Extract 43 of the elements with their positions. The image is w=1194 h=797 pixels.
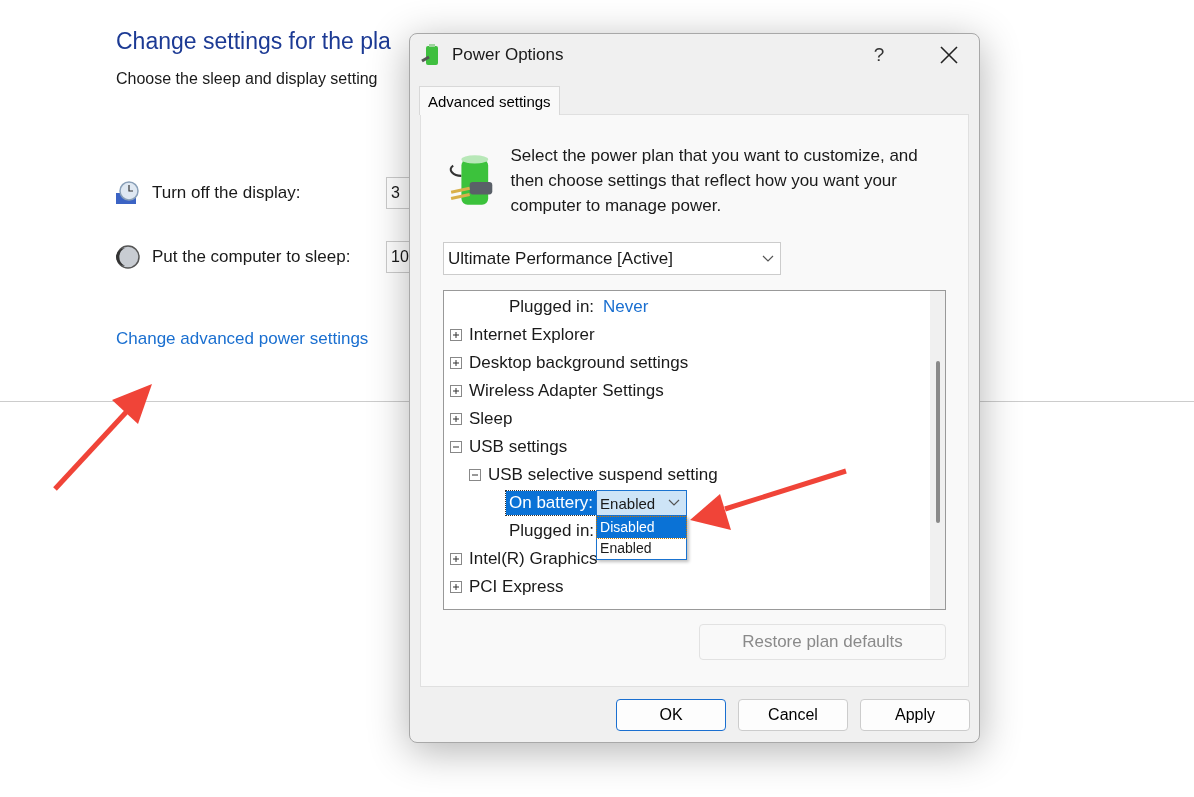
plan-dropdown[interactable]: Ultimate Performance [Active] xyxy=(443,242,781,275)
close-icon xyxy=(940,46,958,64)
tab[interactable]: Advanced settings xyxy=(419,86,560,115)
expand-icon[interactable] xyxy=(450,581,462,593)
expand-icon[interactable] xyxy=(450,413,462,425)
collapse-icon[interactable] xyxy=(469,469,481,481)
tree-item[interactable]: Sleep xyxy=(469,409,513,429)
setting-label[interactable]: Plugged in: xyxy=(506,295,598,319)
tree-item[interactable]: Intel(R) Graphics xyxy=(469,549,598,569)
setting-label[interactable]: Plugged in: xyxy=(506,519,598,543)
dialog-button[interactable]: Apply xyxy=(860,699,970,731)
expand-icon[interactable] xyxy=(450,385,462,397)
setting-value-link[interactable]: Never xyxy=(603,297,649,317)
tree-item[interactable]: Internet Explorer xyxy=(469,325,595,345)
tree-item[interactable]: USB settings xyxy=(469,437,568,457)
dropdown-option[interactable]: Disabled xyxy=(597,517,687,538)
clock-icon xyxy=(116,181,140,205)
value-dropdown[interactable]: Enabled xyxy=(596,490,688,516)
description-text: Select the power plan that you want to customize, and then choose settings that reflect how you want your computer to manage power. xyxy=(510,145,919,217)
advanced-settings-link[interactable]: Change advanced power settings xyxy=(116,329,369,349)
chevron-down-icon xyxy=(762,254,774,263)
expand-icon[interactable] xyxy=(450,329,462,341)
page-title: Change settings for the pla xyxy=(116,28,391,55)
dialog-button[interactable]: OK xyxy=(616,699,726,731)
tree-item[interactable]: PCI Express xyxy=(469,577,564,597)
chevron-down-icon xyxy=(668,499,681,507)
setting-label: Turn off the display: xyxy=(152,183,302,203)
expand-icon[interactable] xyxy=(450,553,462,565)
help-button[interactable]: ? xyxy=(859,43,899,67)
setting-label[interactable]: On battery: xyxy=(506,491,597,515)
dropdown-option[interactable]: Enabled xyxy=(597,538,687,559)
setting-label: Put the computer to sleep: xyxy=(152,247,352,267)
expand-icon[interactable] xyxy=(450,357,462,369)
moon-icon xyxy=(116,245,140,269)
window-title: Power Options xyxy=(452,45,564,65)
page-subtitle: Choose the sleep and display setting xyxy=(116,70,379,88)
dialog-button[interactable]: Cancel xyxy=(738,699,848,731)
scrollbar[interactable] xyxy=(930,291,945,609)
tree-item[interactable]: USB selective suspend setting xyxy=(488,465,718,485)
tree-item[interactable]: Desktop background settings xyxy=(469,353,689,373)
tree-item[interactable]: Wireless Adapter Settings xyxy=(469,381,664,401)
scrollbar-thumb[interactable] xyxy=(935,361,940,523)
collapse-icon[interactable] xyxy=(450,441,462,453)
